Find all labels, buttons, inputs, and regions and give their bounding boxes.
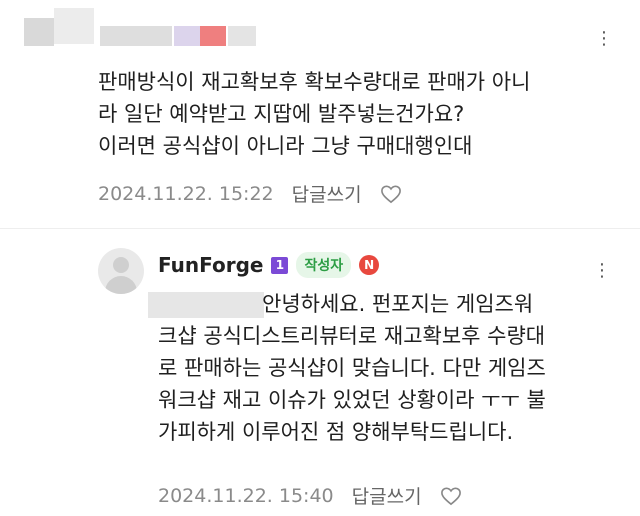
- comment-line: 이러면 공식샵이 아니라 그냥 구매대행인대: [98, 134, 473, 158]
- redacted-block-2: [228, 26, 256, 46]
- redacted-badge-red: [200, 26, 226, 46]
- heart-icon[interactable]: [380, 184, 402, 204]
- reply-line: 로 판매하는 공식샵이 맞습니다. 다만 게임즈: [158, 356, 546, 380]
- reply-line: 가피하게 이루어진 점 양해부탁드립니다.: [158, 420, 514, 444]
- reply-line: 크샵 공식디스트리뷰터로 재고확보후 수량대: [158, 324, 546, 348]
- reply-timestamp: 2024.11.22. 15:40: [158, 484, 334, 507]
- heart-icon[interactable]: [440, 486, 462, 506]
- reply-button[interactable]: 답글쓰기: [352, 482, 422, 509]
- more-options-icon[interactable]: ⋮: [593, 262, 612, 280]
- reply-meta: 2024.11.22. 15:40 답글쓰기: [158, 482, 462, 509]
- redacted-block: [24, 18, 54, 46]
- new-badge: N: [359, 255, 380, 275]
- comment-line: 판매방식이 재고확보후 확보수량대로 판매가 아니: [98, 70, 531, 94]
- comment-body: 판매방식이 재고확보후 확보수량대로 판매가 아니 라 일단 예약받고 지땁에 …: [98, 66, 618, 162]
- more-options-icon[interactable]: ⋮: [595, 30, 614, 48]
- reply-line: 워크샵 재고 이슈가 있었던 상황이라 ㅜㅜ 불: [158, 388, 546, 412]
- default-avatar-icon[interactable]: [98, 248, 144, 294]
- comment-timestamp: 2024.11.22. 15:22: [98, 182, 274, 205]
- level-badge: 1: [271, 256, 289, 274]
- comment-line: 라 일단 예약받고 지땁에 발주넣는건가요?: [98, 102, 465, 126]
- divider: [0, 228, 640, 229]
- redacted-username: [100, 26, 172, 46]
- reply-body: 안녕하세요. 펀포지는 게임즈워 크샵 공식디스트리뷰터로 재고확보후 수량대 …: [158, 288, 628, 448]
- reply-author-row: FunForge 1 작성자 N: [158, 252, 380, 278]
- reply-button[interactable]: 답글쓰기: [292, 180, 362, 207]
- redacted-avatar: [54, 8, 94, 44]
- comment-meta: 2024.11.22. 15:22 답글쓰기: [98, 180, 402, 207]
- reply-line: 안녕하세요. 펀포지는 게임즈워: [262, 292, 534, 316]
- redacted-badge: [174, 26, 200, 46]
- author-name[interactable]: FunForge: [158, 253, 263, 277]
- author-badge: 작성자: [296, 252, 352, 278]
